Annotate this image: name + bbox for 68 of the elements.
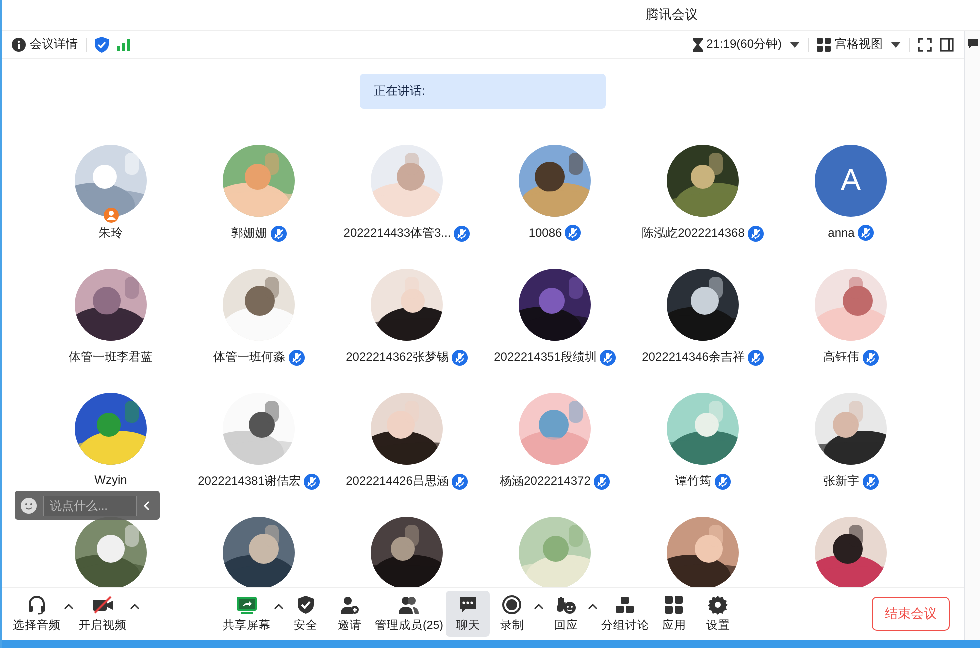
participant-name: 谭竹筠: [676, 473, 712, 490]
hand-emoji-icon: [555, 595, 578, 615]
chat-icon: [458, 595, 478, 615]
toolbar-button[interactable]: 回应: [544, 591, 588, 637]
share-screen-icon: [236, 595, 258, 615]
timer-button[interactable]: 21:19(60分钟): [692, 36, 782, 53]
participant-name: 2022214426吕思涵: [346, 473, 449, 490]
dropdown-arrow-icon[interactable]: [790, 42, 800, 48]
caret-icon[interactable]: [130, 603, 140, 611]
collapse-chevron-icon[interactable]: [143, 500, 151, 510]
participant-name: 体管一班李君蓝: [69, 349, 153, 366]
window-title: 腾讯会议: [2, 0, 980, 31]
participant-name: 10086: [528, 226, 562, 240]
toolbar-button[interactable]: 录制: [490, 591, 534, 637]
fullscreen-icon[interactable]: [918, 38, 932, 52]
participant-name: Wzyin: [94, 473, 128, 487]
camera-off-icon: [92, 595, 114, 615]
info-icon: [12, 38, 26, 52]
participant-name: 2022214351段绩圳: [494, 349, 597, 366]
shield-icon: [296, 595, 316, 615]
apps-icon: [664, 595, 684, 615]
letter-avatar: A: [815, 145, 887, 217]
shield-check-icon[interactable]: [95, 36, 109, 52]
participant-name: 2022214346余吉祥: [642, 349, 745, 366]
participant-name: 朱玲: [99, 225, 123, 242]
toolbar-button[interactable]: 选择音频: [10, 591, 64, 637]
participant-name: 陈泓屹2022214368: [642, 225, 745, 242]
participant-name: 高钰伟: [824, 349, 860, 366]
toolbar-button[interactable]: 共享屏幕: [220, 591, 274, 637]
caret-icon[interactable]: [534, 603, 544, 611]
toolbar-button[interactable]: 管理成员(25): [372, 591, 446, 637]
toolbar-button[interactable]: 开启视频: [76, 591, 130, 637]
emoji-icon[interactable]: [21, 498, 37, 514]
participant-name: anna: [828, 226, 855, 240]
chat-icon[interactable]: [968, 39, 978, 49]
chat-input-field[interactable]: 说点什么...: [43, 496, 137, 516]
caret-icon[interactable]: [274, 603, 284, 611]
meeting-details-button[interactable]: 会议详情: [12, 36, 78, 53]
toolbar-button[interactable]: 聊天: [446, 591, 490, 637]
end-meeting-button[interactable]: 结束会议: [872, 597, 950, 631]
participant-name: 郭姗姗: [232, 225, 268, 242]
grid-icon: [817, 38, 831, 52]
speaking-banner: 正在讲话:: [360, 74, 606, 109]
toolbar-button[interactable]: 邀请: [328, 591, 372, 637]
sidebar-toggle-icon[interactable]: [940, 38, 954, 52]
members-icon: [398, 595, 420, 615]
chat-input-bar[interactable]: 说点什么...: [15, 491, 160, 520]
participant-name: 2022214362张梦锡: [346, 349, 449, 366]
toolbar-button[interactable]: 应用: [652, 591, 696, 637]
participant-name: 2022214381谢佶宏: [198, 473, 301, 490]
hourglass-icon: [692, 38, 703, 52]
participant-name: 体管一班何淼: [214, 349, 286, 366]
participant-name: 张新宇: [824, 473, 860, 490]
caret-icon[interactable]: [64, 603, 74, 611]
toolbar-button[interactable]: 设置: [696, 591, 740, 637]
headset-icon: [27, 595, 47, 615]
toolbar-button[interactable]: 分组讨论: [598, 591, 652, 637]
invite-icon: [340, 595, 360, 615]
settings-icon: [708, 595, 728, 615]
signal-icon[interactable]: [117, 38, 131, 50]
record-icon: [502, 595, 522, 615]
dropdown-arrow-icon[interactable]: [891, 42, 901, 48]
participant-name: 2022214433体管3...: [344, 225, 452, 242]
breakout-icon: [615, 595, 636, 615]
toolbar-button[interactable]: 安全: [284, 591, 328, 637]
caret-icon[interactable]: [588, 603, 598, 611]
participant-name: 杨涵2022214372: [500, 473, 591, 490]
view-button[interactable]: 宫格视图: [817, 36, 883, 53]
